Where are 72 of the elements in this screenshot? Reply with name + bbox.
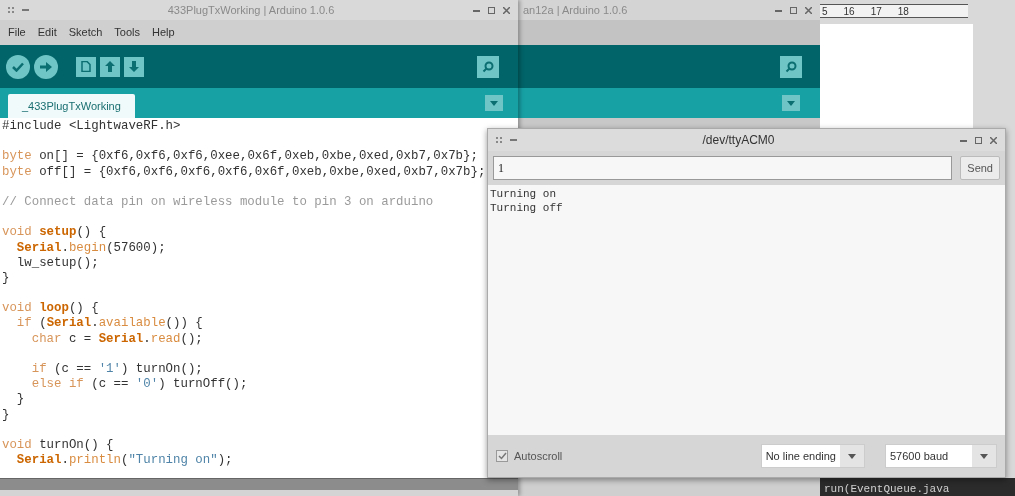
new-button[interactable] xyxy=(76,56,96,77)
code-line: byte off[] = {0xf6,0xf6,0xf6,0xf6,0x6f,0xeb,0xbe,0xed,0xb7,0x7b}; xyxy=(2,164,486,180)
arrow-up-icon xyxy=(105,61,115,72)
maximize-icon[interactable] xyxy=(790,6,797,14)
menu-item[interactable]: Edit xyxy=(37,24,57,41)
search-icon xyxy=(785,60,797,73)
autoscroll-label: Autoscroll xyxy=(514,448,563,464)
search-icon xyxy=(482,60,494,73)
maximize-icon[interactable] xyxy=(975,136,982,144)
console-line: run(EventQueue.java xyxy=(824,482,950,496)
ruler-label: 5 xyxy=(822,4,828,19)
window-title: /dev/ttyACM0 xyxy=(702,132,775,149)
verify-button[interactable] xyxy=(6,54,30,79)
window-title: an12a | Arduino 1.0.6 xyxy=(523,2,628,18)
window-menu-icon[interactable] xyxy=(496,137,502,143)
code-line: } xyxy=(15,392,25,408)
check-icon xyxy=(497,452,507,460)
code-line: Serial.begin(57600); xyxy=(15,240,166,256)
arrow-down-icon xyxy=(129,61,139,72)
code-line: void setup() { xyxy=(2,225,107,241)
minimize-icon[interactable] xyxy=(775,8,782,12)
code-line: char c = Serial.read(); xyxy=(30,331,203,347)
code-line: if (Serial.available()) { xyxy=(15,316,203,332)
save-button[interactable] xyxy=(124,56,144,77)
check-icon xyxy=(12,61,24,72)
input-field[interactable]: 1 xyxy=(493,156,953,180)
arrow-right-icon xyxy=(40,61,52,72)
code-line: // Connect data pin on wireless module to pin 3 on arduino xyxy=(2,194,434,211)
minimize-icon[interactable] xyxy=(473,8,480,12)
close-icon[interactable] xyxy=(990,136,997,144)
code-line: } xyxy=(2,407,10,423)
code-line: Serial.println("Turning on"); xyxy=(15,453,233,469)
ruler-label: 17 xyxy=(870,4,882,19)
ruler-label: 16 xyxy=(843,4,855,19)
output-line: Turning on xyxy=(489,187,557,201)
line-ending-dropdown[interactable]: No line ending xyxy=(760,444,865,468)
code-line: #include <LightwaveRF.h> xyxy=(2,119,181,135)
tab-menu-button[interactable] xyxy=(485,95,503,111)
code-line: if (c == '1') turnOn(); xyxy=(30,362,203,378)
baud-rate-dropdown[interactable]: 57600 baud xyxy=(885,444,997,468)
output-line: Turning off xyxy=(489,201,564,215)
code-line: else if (c == '0') turnOff(); xyxy=(30,377,248,393)
tab-menu-button[interactable] xyxy=(782,95,800,111)
code-line: } xyxy=(2,270,10,287)
code-line: lw_setup(); xyxy=(15,255,99,271)
close-icon[interactable] xyxy=(503,6,510,14)
menu-item[interactable]: Help xyxy=(152,24,175,41)
window-title: 433PlugTxWorking | Arduino 1.0.6 xyxy=(167,2,335,18)
file-tab[interactable]: _433PlugTxWorking xyxy=(8,94,135,118)
caret-icon xyxy=(490,100,498,106)
minimize-icon[interactable] xyxy=(960,138,967,142)
maximize-icon[interactable] xyxy=(488,6,495,14)
open-button[interactable] xyxy=(100,56,120,77)
code-line: void loop() { xyxy=(2,301,99,317)
caret-icon xyxy=(980,453,988,459)
autoscroll-checkbox[interactable] xyxy=(496,450,508,462)
ruler-label: 18 xyxy=(897,4,909,19)
serial-monitor-button[interactable] xyxy=(477,55,499,78)
window-menu-icon[interactable] xyxy=(8,7,14,13)
upload-button[interactable] xyxy=(34,54,58,79)
code-line: void turnOn() { xyxy=(2,437,114,454)
caret-icon xyxy=(787,100,795,106)
caret-icon xyxy=(848,453,856,459)
close-icon[interactable] xyxy=(805,6,812,14)
send-button[interactable]: Send xyxy=(960,156,1000,180)
menu-item[interactable]: Tools xyxy=(114,24,141,41)
code-line: byte on[] = {0xf6,0xf6,0xf6,0xee,0x6f,0xeb,0xbe,0xed,0xb7,0x7b}; xyxy=(2,149,478,165)
menu-item[interactable]: Sketch xyxy=(68,24,103,41)
horizontal-scrollbar[interactable] xyxy=(0,478,518,490)
document-icon xyxy=(81,61,91,72)
menu-item[interactable]: File xyxy=(8,24,26,41)
serial-monitor-button[interactable] xyxy=(780,55,802,78)
